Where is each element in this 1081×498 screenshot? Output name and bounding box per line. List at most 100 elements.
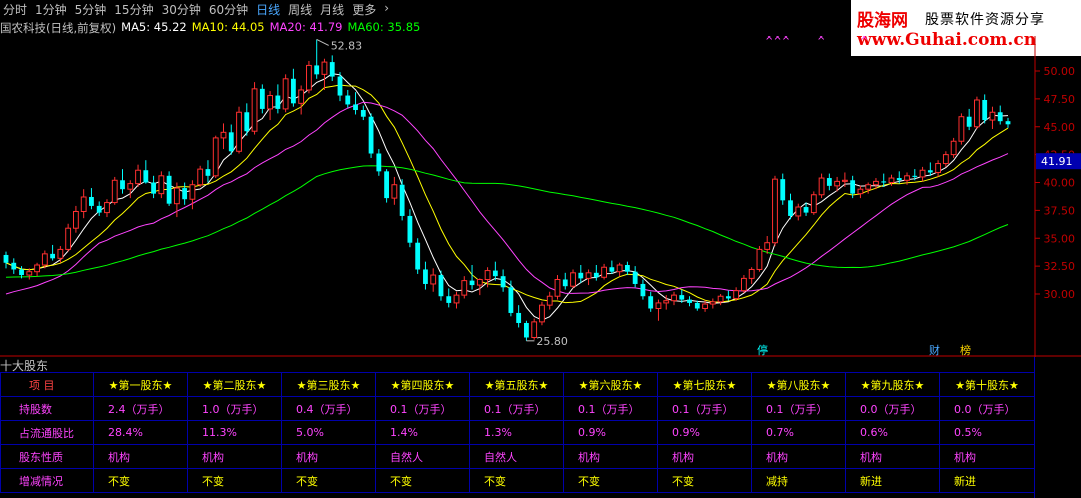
- table-cell: 0.1（万手）: [563, 396, 658, 421]
- top-marks: ×××: [765, 36, 790, 43]
- shareholders-table: 项 目 ★第一股东★ ★第二股东★ ★第三股东★ ★第四股东★ ★第五股东★ ★第六股东★ ★…: [0, 372, 1035, 493]
- header-cell: 项 目: [0, 372, 94, 397]
- candle-body: [904, 175, 910, 181]
- candle-body: [865, 184, 872, 190]
- candle-body: [251, 88, 258, 132]
- candle-body: [151, 182, 156, 194]
- tab-2[interactable]: 5分钟: [72, 0, 112, 18]
- candle-body: [919, 169, 926, 178]
- candle-body: [376, 153, 382, 172]
- table-cell: 不变: [375, 468, 470, 493]
- candle-body: [912, 175, 918, 177]
- candle-body: [725, 296, 731, 299]
- candle-body: [399, 184, 405, 216]
- y-tick-label: 32.50: [1044, 260, 1076, 273]
- tab-0[interactable]: 分时: [0, 0, 32, 18]
- candle-body: [314, 65, 320, 75]
- candle-body: [275, 95, 281, 109]
- table-cell: 0.6%: [845, 420, 940, 445]
- tab-9[interactable]: 更多: [349, 0, 381, 18]
- table-cell: 0.0（万手）: [845, 396, 940, 421]
- candle-body: [26, 271, 33, 276]
- y-tick-label: 50.00: [1044, 65, 1076, 78]
- tab-1[interactable]: 1分钟: [32, 0, 72, 18]
- candle-body: [500, 276, 506, 288]
- y-tick-label: 40.00: [1044, 177, 1076, 190]
- table-cell: 0.1（万手）: [657, 396, 752, 421]
- candle-body: [166, 175, 172, 204]
- candle-body: [694, 302, 700, 309]
- bottom-mark: 财: [929, 343, 940, 357]
- candle-body: [484, 270, 491, 281]
- candle-body: [756, 248, 763, 270]
- candle-body: [469, 280, 475, 286]
- candle-body: [111, 179, 118, 204]
- row-label: 增减情况: [0, 468, 94, 493]
- header-cell: ★第三股东★: [281, 372, 376, 397]
- tab-8[interactable]: 月线: [317, 0, 349, 18]
- table-cell: 1.3%: [469, 420, 564, 445]
- table-cell: 11.3%: [187, 420, 282, 445]
- candle-body: [772, 178, 778, 244]
- candle-body: [873, 180, 879, 186]
- candle-body: [298, 89, 305, 104]
- candle-body: [158, 175, 165, 195]
- candle-body: [740, 277, 747, 292]
- header-cell: ★第八股东★: [751, 372, 846, 397]
- candle-body: [966, 116, 972, 127]
- candle-body: [655, 302, 662, 309]
- table-cell: 新进: [939, 468, 1035, 493]
- table-cell: 自然人: [375, 444, 470, 469]
- candle-body: [950, 140, 957, 156]
- candle-body: [337, 76, 343, 96]
- candle-body: [795, 206, 802, 217]
- table-row: 占流通股比 28.4% 11.3% 5.0% 1.4% 1.3% 0.9% 0.9% 0.7% 0…: [0, 420, 1035, 445]
- candle-body: [321, 61, 328, 75]
- candle-body: [818, 177, 825, 196]
- table-cell: 机构: [93, 444, 188, 469]
- tab-5[interactable]: 60分钟: [206, 0, 253, 18]
- candle-body: [353, 104, 358, 111]
- header-cell: ★第六股东★: [563, 372, 658, 397]
- candle-body: [205, 169, 211, 176]
- table-cell: 机构: [939, 444, 1035, 469]
- candle-body: [570, 272, 576, 287]
- candle-body: [733, 290, 740, 299]
- candle-body: [935, 163, 942, 173]
- candle-body: [104, 202, 110, 214]
- candle-body: [516, 312, 522, 323]
- candle-body: [508, 287, 514, 313]
- candle-body: [958, 116, 965, 142]
- period-tabs: 分时 1分钟 5分钟 15分钟 30分钟 60分钟 日线 周线 月线 更多 ›: [0, 0, 840, 18]
- candle-body: [461, 280, 468, 296]
- candle-body: [780, 179, 786, 201]
- table-cell: 0.9%: [563, 420, 658, 445]
- table-cell: 机构: [187, 444, 282, 469]
- candle-body: [120, 180, 125, 190]
- candle-body: [182, 188, 188, 200]
- table-cell: 减持: [751, 468, 846, 493]
- candle-body: [212, 137, 219, 177]
- table-row: 持股数 2.4（万手） 1.0（万手） 0.4（万手） 0.1（万手） 0.1（万手） 0.…: [0, 396, 1035, 421]
- candle-body: [524, 322, 529, 338]
- candle-body: [57, 248, 64, 259]
- candle-body: [438, 275, 444, 297]
- high-label: 52.83: [331, 39, 363, 52]
- candle-body: [267, 95, 274, 110]
- table-cell: 机构: [563, 444, 658, 469]
- table-cell: 不变: [469, 468, 564, 493]
- candle-body: [423, 269, 428, 284]
- tab-4[interactable]: 30分钟: [159, 0, 206, 18]
- tab-3[interactable]: 15分钟: [111, 0, 158, 18]
- table-right-frame: [1034, 357, 1081, 498]
- table-header-row: 项 目 ★第一股东★ ★第二股东★ ★第三股东★ ★第四股东★ ★第五股东★ ★第六股东★ ★…: [0, 372, 1035, 397]
- candle-body: [748, 268, 755, 279]
- candle-body: [345, 95, 351, 105]
- candle-body: [290, 78, 296, 104]
- table-cell: 0.1（万手）: [751, 396, 846, 421]
- candlestick-chart[interactable]: 50.0047.5045.0042.5040.0037.5035.0032.50…: [0, 36, 1081, 357]
- more-arrow-icon[interactable]: ›: [381, 0, 394, 18]
- tab-7[interactable]: 周线: [285, 0, 317, 18]
- tab-6[interactable]: 日线: [253, 0, 285, 18]
- candle-body: [927, 170, 933, 173]
